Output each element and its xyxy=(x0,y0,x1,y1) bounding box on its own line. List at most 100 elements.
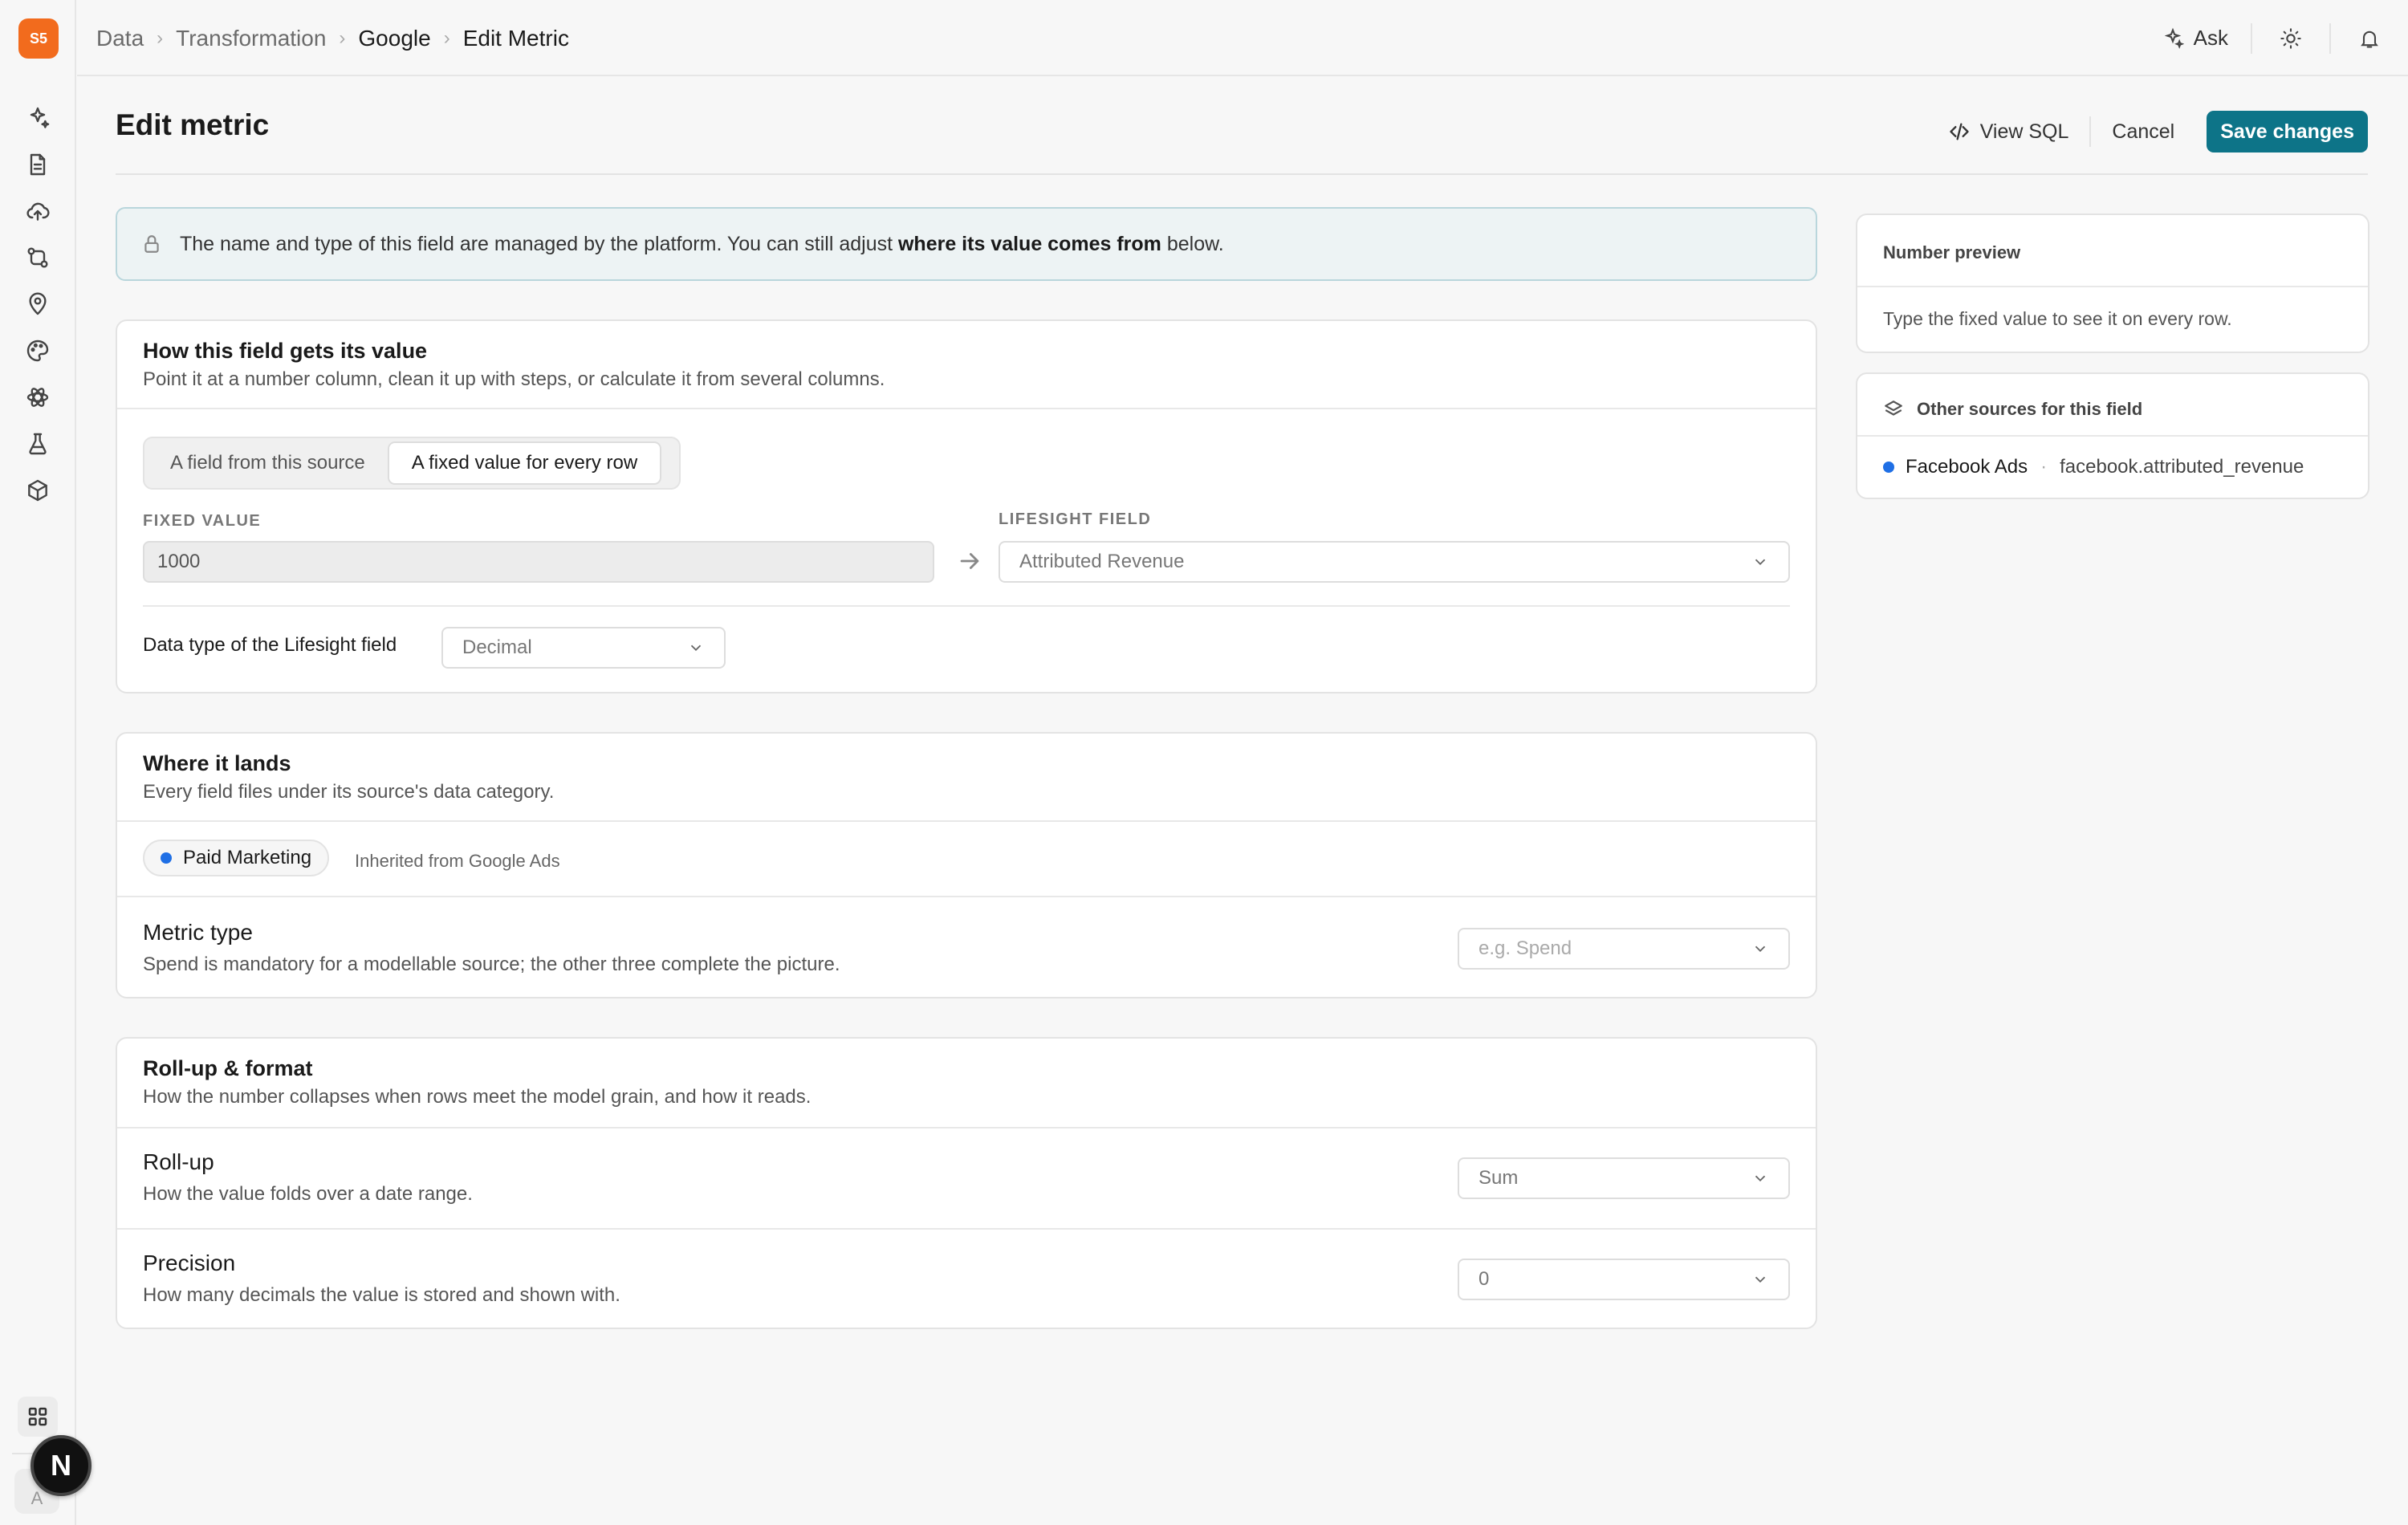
banner-text-end: below. xyxy=(1161,232,1224,255)
cancel-button[interactable]: Cancel xyxy=(2091,111,2195,152)
palette-icon[interactable] xyxy=(18,331,58,371)
chevron-down-icon xyxy=(1755,559,1766,566)
card-title: Where it lands xyxy=(143,751,291,775)
flask-icon[interactable] xyxy=(18,424,58,464)
upload-cloud-icon[interactable] xyxy=(18,191,58,231)
bell-icon[interactable] xyxy=(2331,0,2408,76)
breadcrumb-current: Edit Metric xyxy=(462,25,569,51)
preview-title: Number preview xyxy=(1883,242,2021,262)
git-compare-icon[interactable] xyxy=(18,238,58,278)
value-source-card: How this field gets its value Point it a… xyxy=(116,319,1817,693)
banner-text-bold: where its value comes from xyxy=(897,232,1161,255)
category-chip: Paid Marketing xyxy=(143,840,330,876)
view-sql-label: View SQL xyxy=(1979,120,2069,143)
data-type-select[interactable]: Decimal xyxy=(441,627,726,669)
chevron-down-icon xyxy=(1755,1276,1766,1283)
source-name: Facebook Ads xyxy=(1906,456,2028,478)
apps-grid-icon[interactable] xyxy=(18,1397,58,1437)
breadcrumb-google[interactable]: Google xyxy=(358,26,430,51)
divider xyxy=(117,408,1816,409)
map-pin-icon[interactable] xyxy=(18,284,58,324)
card-title: Roll-up & format xyxy=(143,1056,313,1080)
tab-field-from-source[interactable]: A field from this source xyxy=(148,441,388,485)
atom-icon[interactable] xyxy=(18,377,58,417)
banner-text-start: The name and type of this field are mana… xyxy=(180,232,898,255)
rollup-title: Roll-up xyxy=(143,1149,214,1174)
source-field: facebook.attributed_revenue xyxy=(2060,456,2304,478)
preview-body: Type the fixed value to see it on every … xyxy=(1883,308,2232,329)
source-dot xyxy=(1883,462,1894,473)
category-dot xyxy=(161,852,172,864)
where-it-lands-card: Where it lands Every field files under i… xyxy=(116,732,1817,998)
metric-type-title: Metric type xyxy=(143,920,253,945)
fixed-value-input[interactable]: 1000 xyxy=(143,541,934,583)
inherited-note: Inherited from Google Ads xyxy=(355,851,560,871)
header-actions: View SQL Cancel Save changes xyxy=(1927,111,2368,152)
breadcrumb-transformation[interactable]: Transformation xyxy=(176,26,326,51)
fixed-value-label: FIXED VALUE xyxy=(143,512,262,530)
layers-icon xyxy=(1885,401,1902,416)
list-item[interactable]: Facebook Ads · facebook.attributed_reven… xyxy=(1883,456,2304,478)
document-icon[interactable] xyxy=(18,144,58,185)
view-sql-button[interactable]: View SQL xyxy=(1927,111,2090,152)
precision-title: Precision xyxy=(143,1250,236,1275)
divider xyxy=(117,1127,1816,1128)
sparkle-icon xyxy=(2164,27,2184,49)
ask-button[interactable]: Ask xyxy=(2139,26,2251,51)
divider xyxy=(117,1228,1816,1230)
chevron-down-icon xyxy=(1755,946,1766,953)
other-sources-title: Other sources for this field xyxy=(1917,399,2143,419)
divider xyxy=(117,820,1816,822)
other-sources-header: Other sources for this field xyxy=(1883,393,2142,425)
metric-type-subtitle: Spend is mandatory for a modellable sour… xyxy=(143,954,840,975)
data-type-value: Decimal xyxy=(462,636,532,658)
precision-subtitle: How many decimals the value is stored an… xyxy=(143,1284,620,1306)
workspace-logo[interactable]: S5 xyxy=(18,18,59,59)
header-divider xyxy=(116,173,2368,175)
card-subtitle: Point it at a number column, clean it up… xyxy=(143,368,885,390)
top-actions: Ask xyxy=(2139,0,2408,76)
divider xyxy=(1857,435,2368,437)
sun-icon[interactable] xyxy=(2252,0,2329,76)
code-icon xyxy=(1950,123,1969,140)
sparkle-icon[interactable] xyxy=(18,98,58,138)
card-subtitle: Every field files under its source's dat… xyxy=(143,781,555,803)
metric-type-select[interactable]: e.g. Spend xyxy=(1458,928,1790,970)
preview-header: Number preview xyxy=(1857,215,2368,286)
chevron-right-icon: › xyxy=(443,26,450,49)
lock-icon xyxy=(144,235,159,253)
category-label: Paid Marketing xyxy=(183,847,312,868)
other-sources-card: Other sources for this field Facebook Ad… xyxy=(1856,372,2369,499)
rollup-select[interactable]: Sum xyxy=(1458,1157,1790,1199)
metric-type-placeholder: e.g. Spend xyxy=(1479,937,1572,959)
chevron-right-icon: › xyxy=(157,26,164,49)
arrow-right-icon xyxy=(956,547,983,575)
breadcrumb-data[interactable]: Data xyxy=(96,26,144,51)
precision-select[interactable]: 0 xyxy=(1458,1259,1790,1300)
rollup-subtitle: How the value folds over a date range. xyxy=(143,1183,473,1205)
card-subtitle: How the number collapses when rows meet … xyxy=(143,1086,811,1108)
lifesight-field-value: Attributed Revenue xyxy=(1019,551,1185,572)
app-root: S5 A N Data › Transformation › Google › … xyxy=(0,0,2408,1525)
tab-fixed-value[interactable]: A fixed value for every row xyxy=(387,441,662,485)
rollup-format-card: Roll-up & format How the number collapse… xyxy=(116,1037,1817,1329)
cube-icon[interactable] xyxy=(18,470,58,510)
rollup-value: Sum xyxy=(1479,1167,1519,1189)
data-type-label: Data type of the Lifesight field xyxy=(143,634,397,656)
separator-dot: · xyxy=(2040,456,2048,478)
lifesight-field-select[interactable]: Attributed Revenue xyxy=(999,541,1790,583)
ask-label: Ask xyxy=(2193,26,2228,50)
floating-n-badge[interactable]: N xyxy=(31,1435,92,1496)
lifesight-field-label: LIFESIGHT FIELD xyxy=(999,510,1152,528)
divider xyxy=(117,896,1816,897)
value-mode-toggle: A field from this source A fixed value f… xyxy=(143,437,681,490)
number-preview-card: Number preview Type the fixed value to s… xyxy=(1856,214,2369,353)
info-banner: The name and type of this field are mana… xyxy=(116,207,1817,281)
card-title: How this field gets its value xyxy=(143,339,428,363)
chevron-down-icon xyxy=(690,645,702,652)
topbar: Data › Transformation › Google › Edit Me… xyxy=(77,0,2408,76)
save-button[interactable]: Save changes xyxy=(2207,111,2368,152)
page-title: Edit metric xyxy=(116,108,270,141)
divider xyxy=(143,605,1790,607)
sidebar: S5 A N xyxy=(0,0,92,1525)
